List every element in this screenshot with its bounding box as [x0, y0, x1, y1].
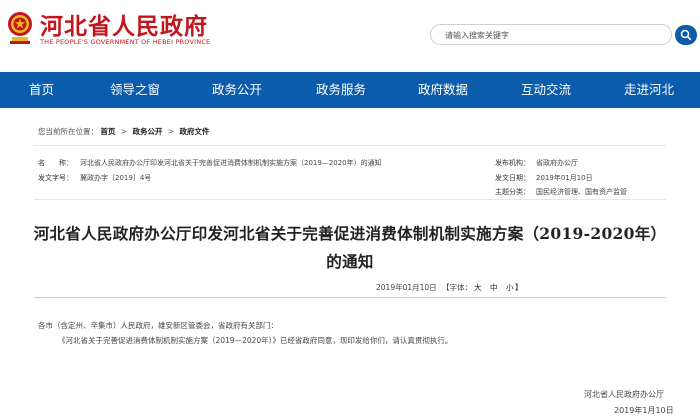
nav-item-home[interactable]: 首页 [29, 72, 54, 108]
search-box [430, 24, 672, 45]
font-size-close-bracket: 】 [515, 283, 523, 292]
name-label: 名 称： [38, 159, 73, 167]
docno-value: 冀政办字〔2019〕4号 [80, 174, 152, 182]
nav-item-about-hebei[interactable]: 走进河北 [624, 72, 674, 108]
nav-item-data[interactable]: 政府数据 [418, 72, 468, 108]
search-input[interactable] [445, 28, 645, 42]
breadcrumb-separator: > [120, 127, 128, 136]
document-metadata: 名 称： 河北省人民政府办公厅印发河北省关于完善促进消费体制机制实施方案（201… [34, 145, 666, 200]
main-nav: 首页 领导之窗 政务公开 政务服务 政府数据 互动交流 走进河北 [0, 72, 700, 108]
date-row: 2019年01月10日 【字体： 大 中 小 】 [34, 277, 666, 298]
category-value: 国民经济管理、国有资产监管 [536, 188, 627, 196]
issue-date-label: 发文日期： [495, 174, 530, 182]
font-size-small-button[interactable]: 小 [506, 282, 514, 293]
site-header: 河北省人民政府 THE PEOPLE'S GOVERNMENT OF HEBEI… [0, 0, 700, 72]
document-title-line2: 的通知 [326, 252, 374, 271]
nav-item-leaders[interactable]: 领导之窗 [110, 72, 160, 108]
site-title[interactable]: 河北省人民政府 [40, 7, 208, 41]
addressee: 各市（含定州、辛集市）人民政府，雄安新区管委会，省政府有关部门： [38, 321, 278, 330]
search-button[interactable] [675, 25, 697, 45]
breadcrumb: 您当前所在位置： 首页 > 政务公开 > 政府文件 [38, 126, 210, 137]
search-icon [680, 29, 692, 41]
docno-label: 发文字号： [38, 174, 73, 182]
breadcrumb-prefix: 您当前所在位置： [38, 127, 98, 136]
font-size-label: 【字体： [442, 283, 472, 292]
breadcrumb-separator: > [167, 127, 175, 136]
font-size-large-button[interactable]: 大 [474, 282, 482, 293]
issuer-label: 发布机构： [495, 159, 530, 167]
document-title-line1: 河北省人民政府办公厅印发河北省关于完善促进消费体制机制实施方案（2019-202… [33, 224, 667, 243]
category-label: 主题分类： [495, 188, 530, 196]
breadcrumb-government-documents-link[interactable]: 政府文件 [180, 127, 210, 136]
name-value: 河北省人民政府办公厅印发河北省关于完善促进消费体制机制实施方案（2019—202… [80, 159, 382, 167]
signer: 河北省人民政府办公厅 [584, 390, 664, 399]
body-paragraph: 《河北省关于完善促进消费体制机制实施方案（2019—2020年）》已经省政府同意… [58, 336, 453, 345]
issue-date-value: 2019年01月10日 [536, 174, 593, 182]
breadcrumb-open-government-link[interactable]: 政务公开 [132, 127, 162, 136]
nav-item-open-government[interactable]: 政务公开 [212, 72, 262, 108]
breadcrumb-home-link[interactable]: 首页 [100, 127, 115, 136]
national-emblem-icon[interactable] [6, 8, 34, 48]
publish-date: 2019年01月10日 [376, 283, 437, 292]
sign-date: 2019年1月10日 [614, 406, 674, 415]
nav-item-services[interactable]: 政务服务 [316, 72, 366, 108]
font-size-medium-button[interactable]: 中 [490, 282, 498, 293]
site-subtitle: THE PEOPLE'S GOVERNMENT OF HEBEI PROVINC… [40, 38, 211, 46]
nav-item-interaction[interactable]: 互动交流 [521, 72, 571, 108]
issuer-value: 省政府办公厅 [536, 159, 578, 167]
